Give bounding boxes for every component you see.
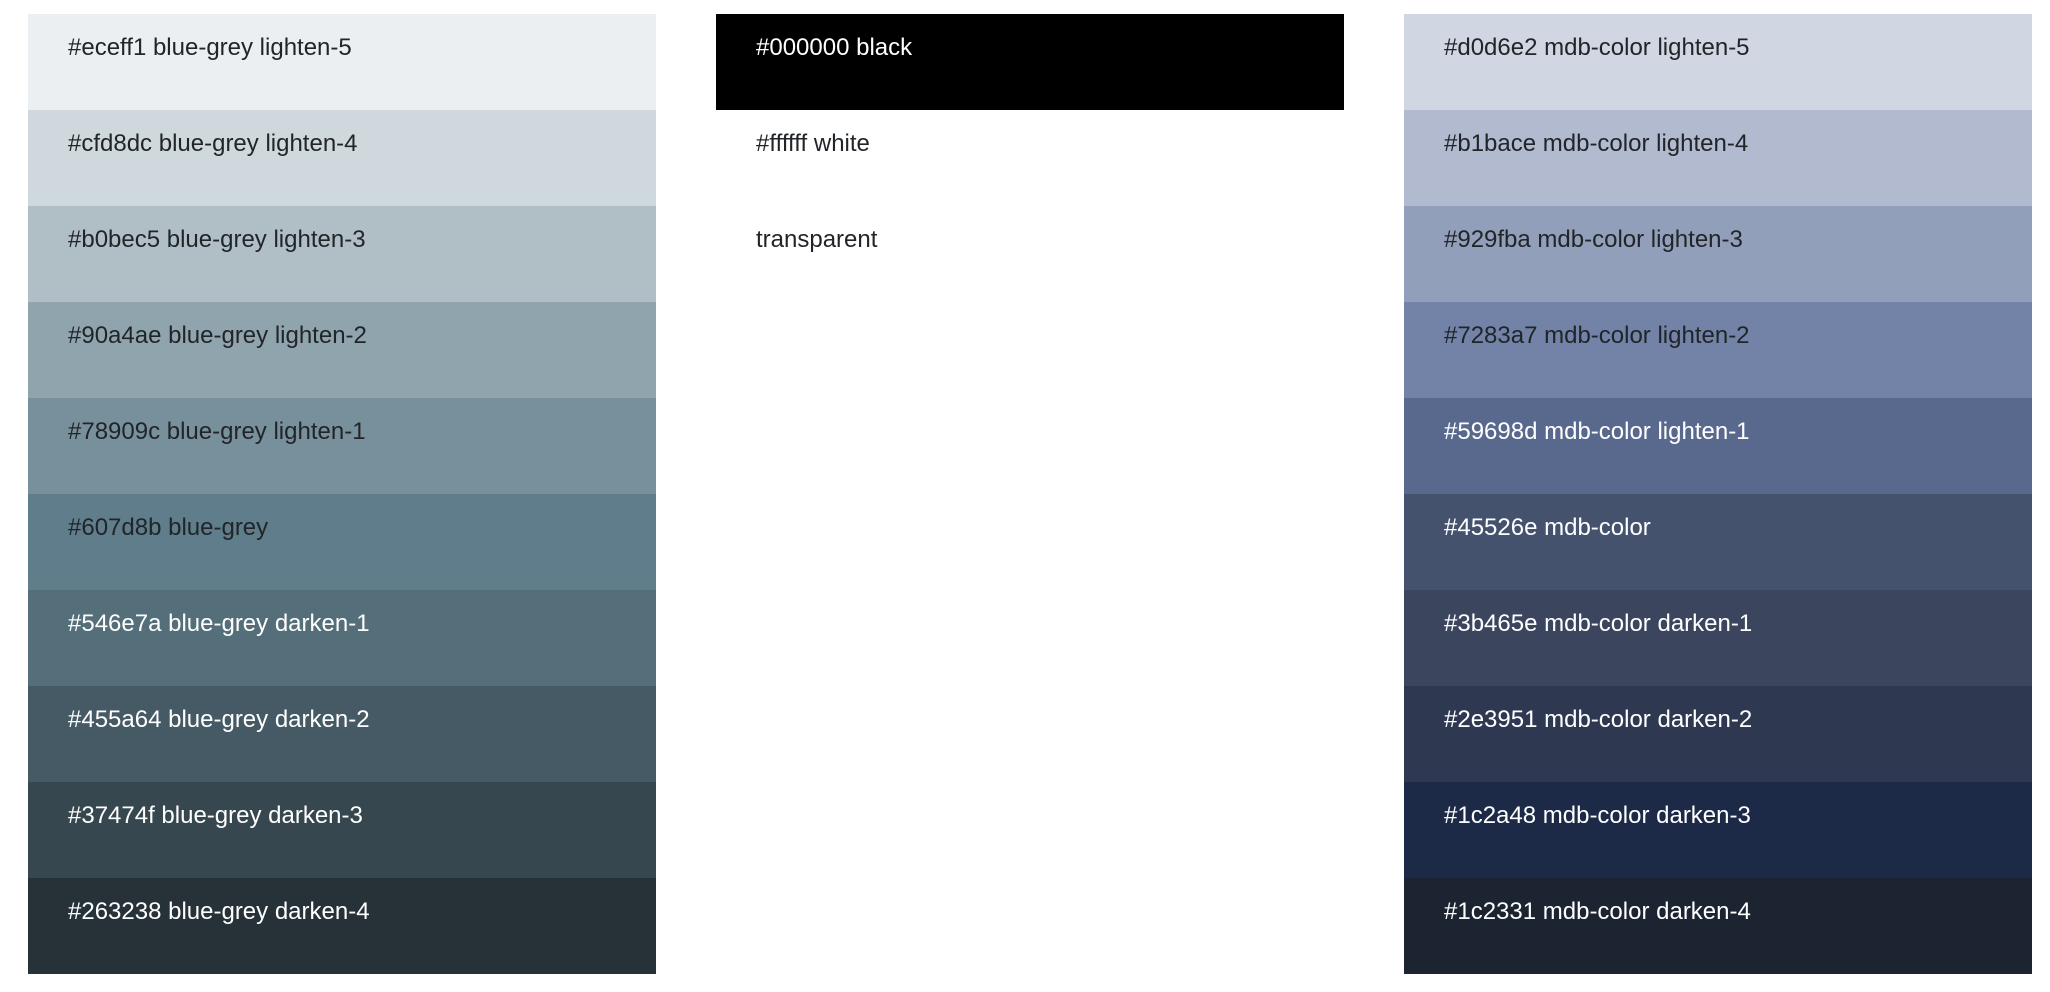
color-swatch: #90a4ae blue-grey lighten-2 — [28, 302, 656, 398]
color-swatch: #b0bec5 blue-grey lighten-3 — [28, 206, 656, 302]
color-swatch: #b1bace mdb-color lighten-4 — [1404, 110, 2032, 206]
color-swatch: #eceff1 blue-grey lighten-5 — [28, 14, 656, 110]
color-swatch: #7283a7 mdb-color lighten-2 — [1404, 302, 2032, 398]
color-swatch: transparent — [756, 226, 878, 253]
color-swatch: #ffffff white — [716, 110, 1344, 206]
color-swatch: #929fba mdb-color lighten-3 — [1404, 206, 2032, 302]
color-swatch: #78909c blue-grey lighten-1 — [28, 398, 656, 494]
color-swatch: #000000 black — [716, 14, 1344, 110]
color-swatch: #cfd8dc blue-grey lighten-4 — [28, 110, 656, 206]
color-swatch: #546e7a blue-grey darken-1 — [28, 590, 656, 686]
color-swatch: #1c2a48 mdb-color darken-3 — [1404, 782, 2032, 878]
mdb-color-palette: #d0d6e2 mdb-color lighten-5 #b1bace mdb-c… — [1404, 14, 2032, 974]
color-swatch: #2e3951 mdb-color darken-2 — [1404, 686, 2032, 782]
color-swatch: #455a64 blue-grey darken-2 — [28, 686, 656, 782]
blue-grey-palette: #eceff1 blue-grey lighten-5 #cfd8dc blue-… — [28, 14, 656, 974]
color-swatch: #263238 blue-grey darken-4 — [28, 878, 656, 974]
color-swatch: #607d8b blue-grey — [28, 494, 656, 590]
color-swatch: #d0d6e2 mdb-color lighten-5 — [1404, 14, 2032, 110]
basic-colors-palette: #000000 black #ffffff white transparent — [716, 14, 1344, 302]
color-swatch: #3b465e mdb-color darken-1 — [1404, 590, 2032, 686]
color-swatch: #59698d mdb-color lighten-1 — [1404, 398, 2032, 494]
color-swatch: #37474f blue-grey darken-3 — [28, 782, 656, 878]
color-swatch: #45526e mdb-color — [1404, 494, 2032, 590]
color-swatch: #1c2331 mdb-color darken-4 — [1404, 878, 2032, 974]
